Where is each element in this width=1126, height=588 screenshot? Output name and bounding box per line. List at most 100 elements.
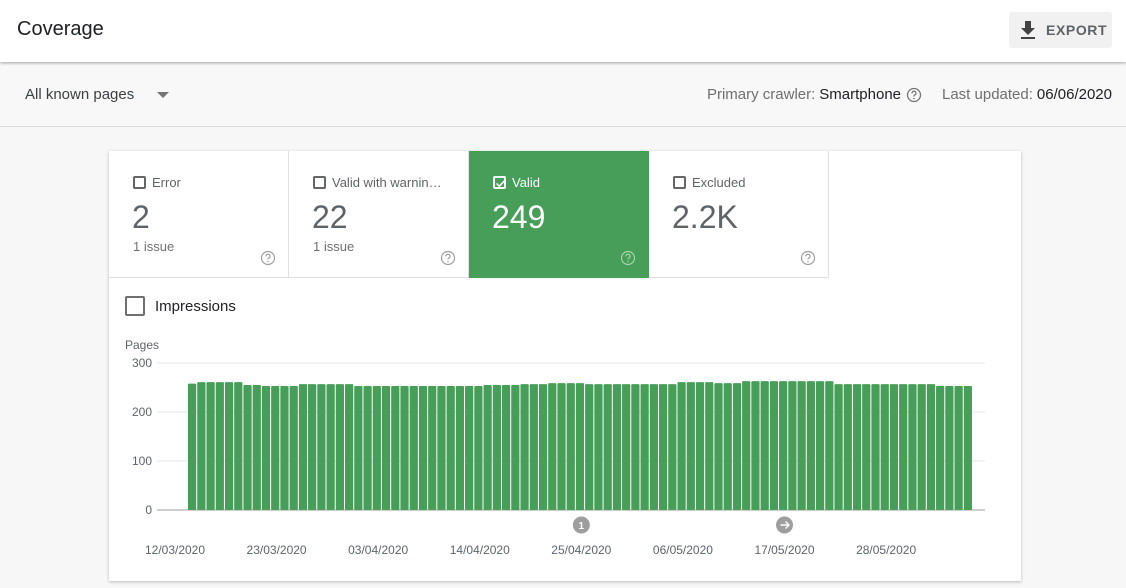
- chart-bar[interactable]: [280, 386, 289, 510]
- chart-bar[interactable]: [529, 384, 538, 510]
- chart-bar[interactable]: [751, 381, 760, 510]
- chart-bar[interactable]: [714, 383, 723, 510]
- chart-bar[interactable]: [843, 384, 852, 510]
- chart-bar[interactable]: [594, 384, 603, 510]
- chart-bar[interactable]: [908, 384, 917, 510]
- checkbox-unchecked-icon[interactable]: [673, 176, 686, 189]
- export-button[interactable]: EXPORT: [1009, 12, 1112, 48]
- annotation-arrow-marker[interactable]: [776, 516, 794, 534]
- chart-bar[interactable]: [954, 386, 963, 510]
- chart-bar[interactable]: [261, 386, 271, 510]
- chart-bar[interactable]: [668, 384, 677, 510]
- chart-bar[interactable]: [520, 384, 529, 510]
- chart-bar[interactable]: [455, 386, 465, 510]
- chart-bar[interactable]: [945, 386, 954, 510]
- chart-bar[interactable]: [400, 386, 409, 510]
- chart-bar[interactable]: [372, 386, 381, 510]
- tile-valid-with-warnings[interactable]: Valid with warnin… 22 1 issue: [289, 151, 469, 278]
- chart-bar[interactable]: [742, 381, 751, 510]
- chart-bar[interactable]: [252, 385, 261, 510]
- chart-bar[interactable]: [465, 386, 474, 510]
- chart-bar[interactable]: [806, 381, 815, 510]
- chart-bar[interactable]: [585, 384, 594, 510]
- help-icon[interactable]: [260, 250, 276, 266]
- chart-bar[interactable]: [779, 381, 788, 510]
- chart-bar[interactable]: [825, 381, 834, 510]
- tile-error[interactable]: Error 2 1 issue: [109, 151, 289, 278]
- chart-bar[interactable]: [677, 382, 686, 510]
- chart-bar[interactable]: [686, 382, 695, 510]
- chart-bar[interactable]: [936, 386, 945, 510]
- chart-bar[interactable]: [797, 381, 806, 510]
- impressions-toggle[interactable]: Impressions: [125, 296, 236, 316]
- checkbox-unchecked-icon[interactable]: [133, 176, 146, 189]
- chart-bar[interactable]: [723, 383, 732, 510]
- chart-bar[interactable]: [206, 382, 215, 510]
- chart-bar[interactable]: [862, 384, 871, 510]
- chart-bar[interactable]: [224, 382, 234, 510]
- chart-bar[interactable]: [815, 381, 825, 510]
- chart-bar[interactable]: [418, 386, 428, 510]
- chart-bar[interactable]: [705, 382, 714, 510]
- chart-bar[interactable]: [344, 384, 354, 510]
- checkbox-checked-icon[interactable]: [493, 176, 506, 189]
- chart-bar[interactable]: [852, 384, 862, 510]
- help-icon[interactable]: [906, 87, 922, 103]
- chart-bar[interactable]: [695, 382, 705, 510]
- chart-bar[interactable]: [640, 384, 649, 510]
- chart-bar[interactable]: [649, 384, 658, 510]
- chart-bar[interactable]: [409, 386, 418, 510]
- chart-bar[interactable]: [317, 384, 326, 510]
- help-icon[interactable]: [800, 250, 816, 266]
- chart-bar[interactable]: [335, 384, 344, 510]
- chart-bar[interactable]: [899, 384, 908, 510]
- chart-bar[interactable]: [963, 386, 972, 510]
- page-type-dropdown[interactable]: All known pages: [25, 86, 170, 103]
- help-icon[interactable]: [440, 250, 456, 266]
- chart-bar[interactable]: [788, 381, 797, 510]
- checkbox-unchecked-icon[interactable]: [313, 176, 326, 189]
- chart-bar[interactable]: [548, 383, 557, 510]
- chart-bar[interactable]: [308, 384, 317, 510]
- chart-bar[interactable]: [326, 384, 335, 510]
- chart-bar[interactable]: [188, 383, 197, 510]
- chart-bar[interactable]: [446, 386, 455, 510]
- chart-bar[interactable]: [298, 384, 308, 510]
- chart-bar[interactable]: [474, 386, 483, 510]
- chart-bar[interactable]: [271, 386, 280, 510]
- chart-bar[interactable]: [381, 386, 391, 510]
- chart-bar[interactable]: [197, 382, 206, 510]
- chart-bar[interactable]: [631, 384, 640, 510]
- chart-bar[interactable]: [234, 382, 243, 510]
- chart-bar[interactable]: [880, 384, 889, 510]
- chart-bar[interactable]: [575, 383, 585, 510]
- chart-bar[interactable]: [917, 384, 926, 510]
- chart-bar[interactable]: [557, 383, 566, 510]
- chart-bar[interactable]: [760, 381, 769, 510]
- chart-bar[interactable]: [215, 382, 224, 510]
- chart-bar[interactable]: [612, 384, 622, 510]
- chart-bar[interactable]: [889, 384, 899, 510]
- chart-bar[interactable]: [492, 385, 501, 510]
- chart-bar[interactable]: [622, 384, 631, 510]
- chart-bar[interactable]: [658, 384, 668, 510]
- chart-bar[interactable]: [289, 386, 298, 510]
- chart-bar[interactable]: [391, 386, 400, 510]
- chart-bar[interactable]: [834, 384, 843, 510]
- chart-bar[interactable]: [437, 386, 446, 510]
- annotation-marker[interactable]: 1: [572, 516, 590, 534]
- chart-bar[interactable]: [354, 386, 363, 510]
- chart-bar[interactable]: [732, 383, 742, 510]
- tile-excluded[interactable]: Excluded 2.2K: [649, 151, 829, 278]
- chart-bar[interactable]: [603, 384, 612, 510]
- chart-bar[interactable]: [538, 384, 548, 510]
- chart-bar[interactable]: [363, 386, 372, 510]
- chart-bar[interactable]: [511, 385, 520, 510]
- chart-bar[interactable]: [428, 386, 437, 510]
- chart-bar[interactable]: [501, 385, 511, 510]
- help-icon[interactable]: [620, 250, 636, 266]
- chart-bar[interactable]: [243, 385, 252, 510]
- chart-bar[interactable]: [926, 384, 936, 510]
- chart-bar[interactable]: [871, 384, 880, 510]
- chart-bar[interactable]: [769, 381, 779, 510]
